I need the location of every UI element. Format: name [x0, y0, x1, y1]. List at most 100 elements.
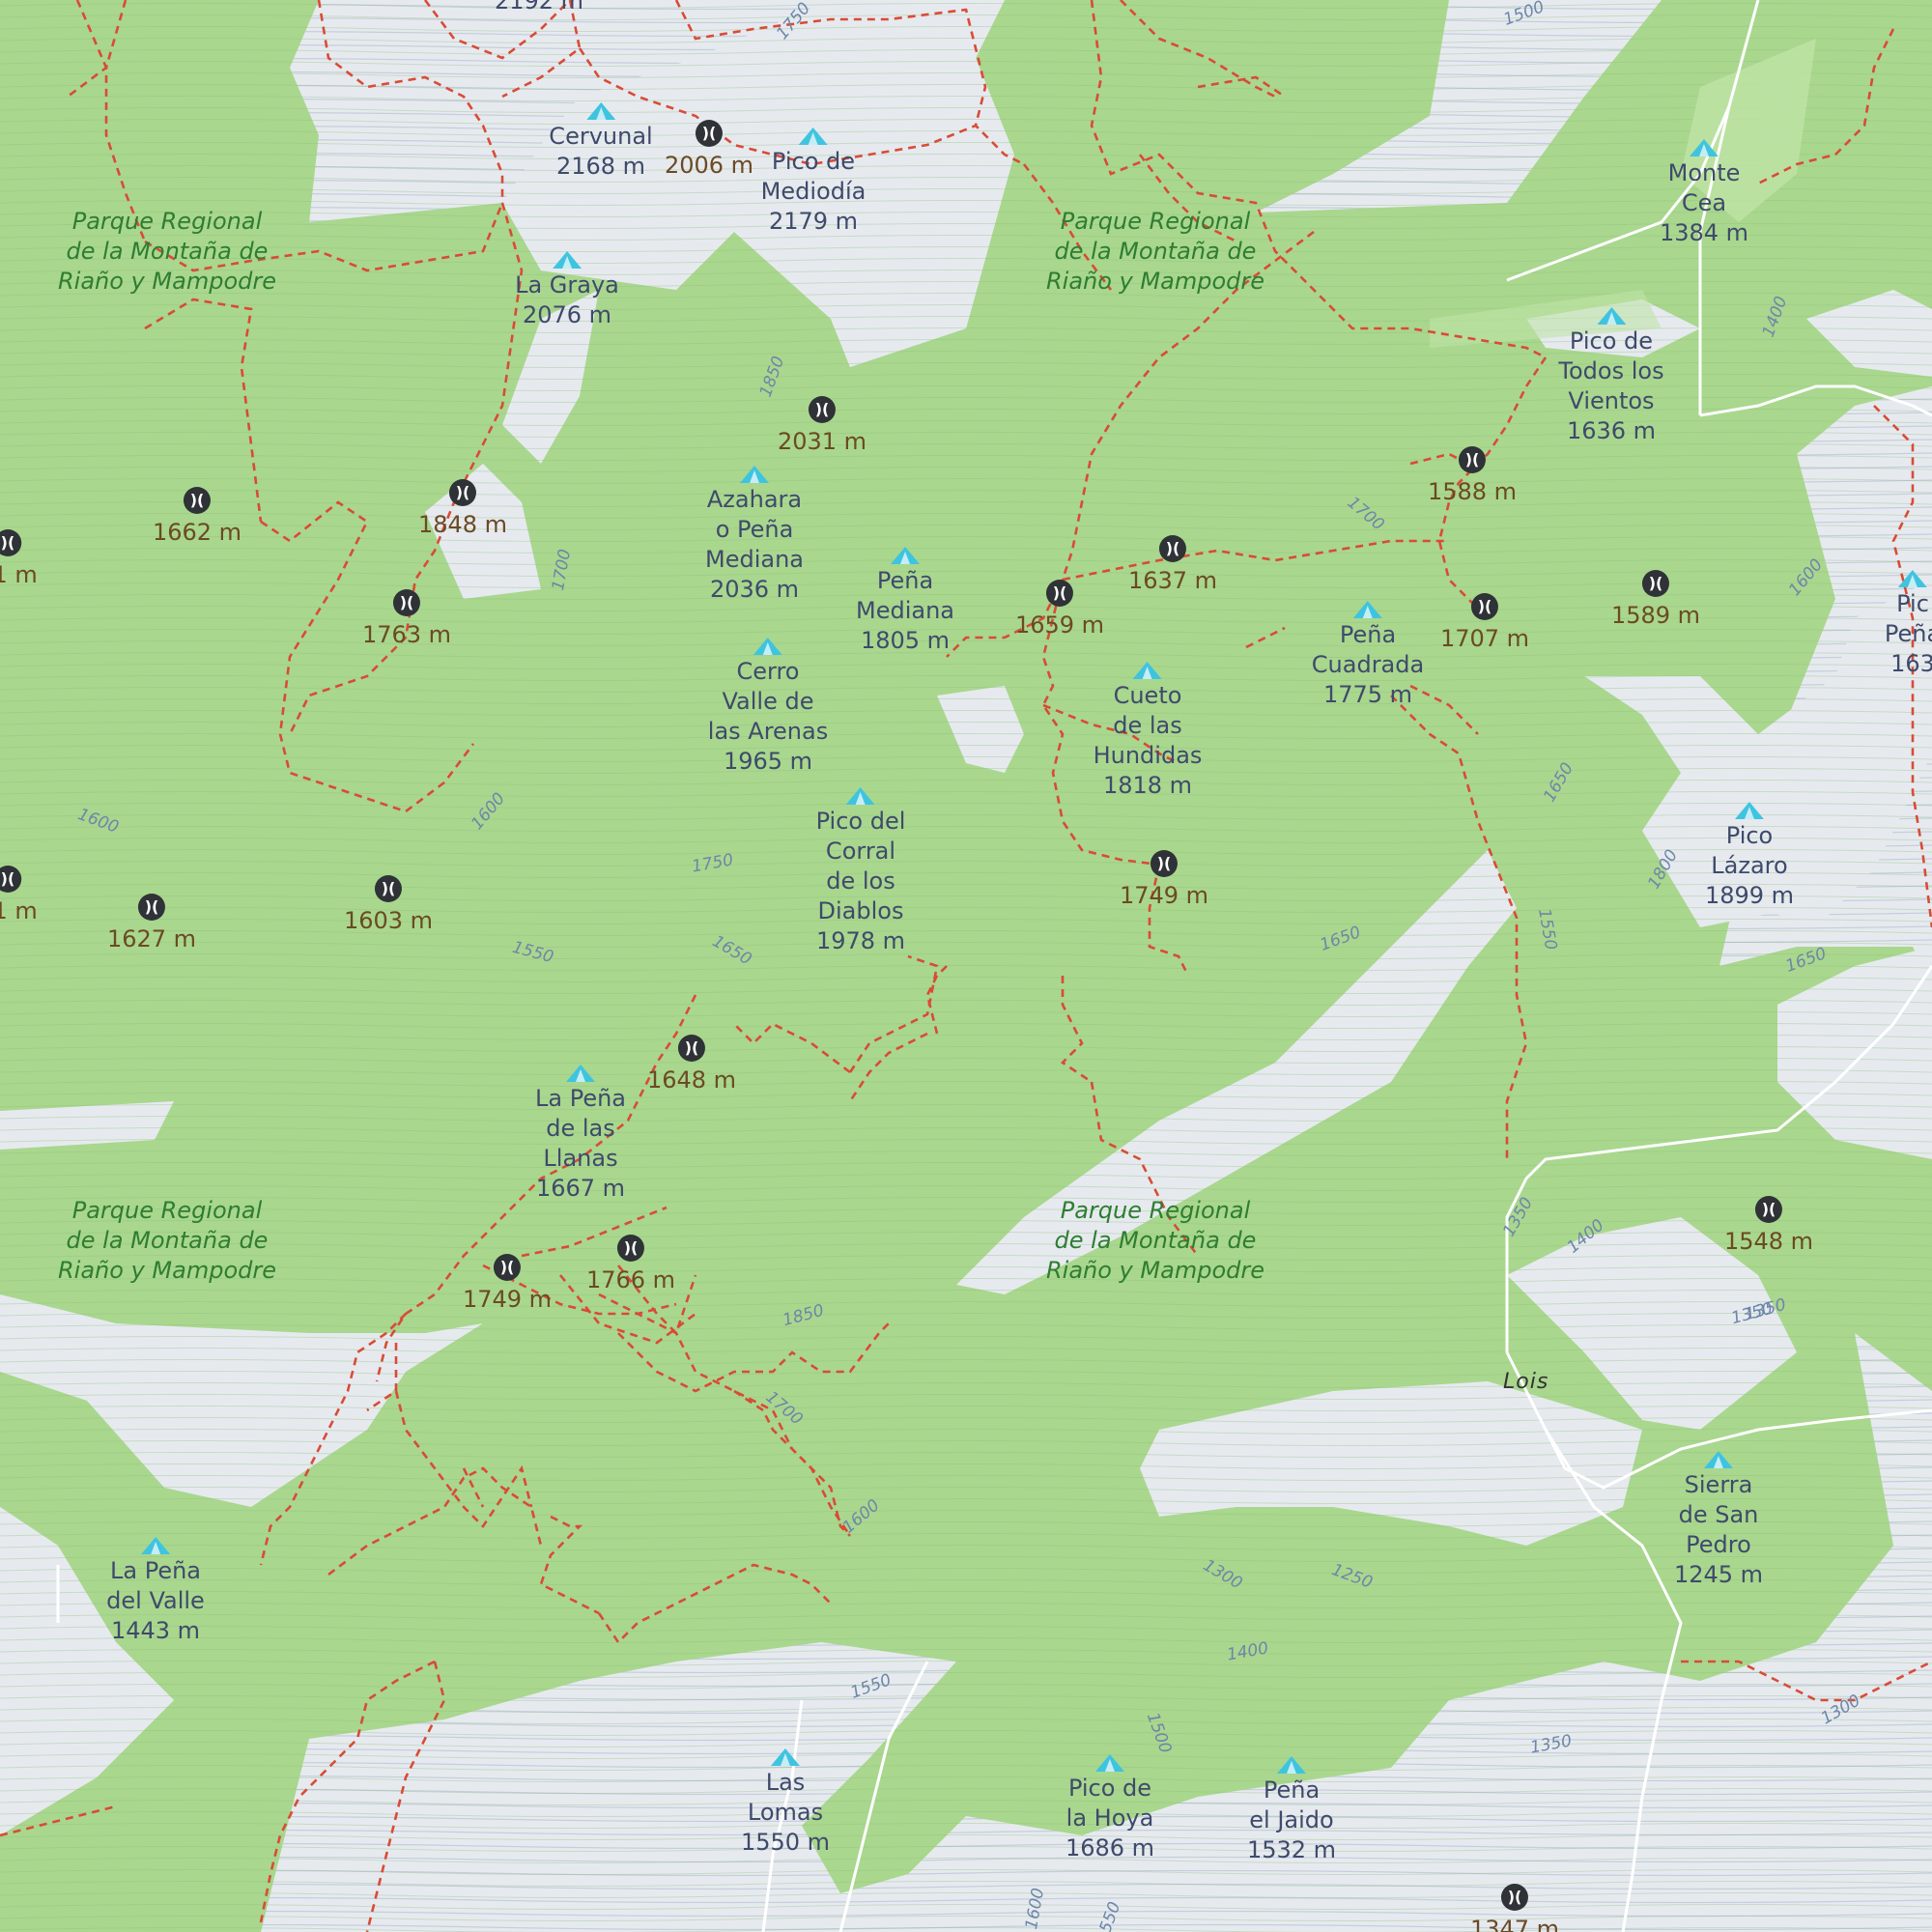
saddle-elevation: 1589 m [1610, 602, 1701, 629]
peak-name: Pic Peña [1884, 590, 1932, 647]
peak-marker[interactable]: Sierra de San Pedro 1245 m [1674, 1451, 1763, 1590]
saddle-marker[interactable]: )(31 m [0, 866, 38, 925]
saddle-elevation: 1763 m [361, 621, 452, 648]
peak-name: Peña Cuadrada [1311, 621, 1425, 678]
peak-name: Pico de Mediodía [760, 148, 867, 205]
peak-name: Azahara o Peña Mediana [705, 486, 804, 573]
peak-marker[interactable]: La Peña del Valle 1443 m [106, 1537, 205, 1646]
peak-name: La Graya [515, 271, 619, 298]
mountain-peak-icon [740, 466, 769, 483]
saddle-marker[interactable]: )(1763 m [362, 589, 451, 649]
peak-marker[interactable]: Pico Lázaro 1899 m [1705, 802, 1794, 911]
mountain-pass-icon: )( [375, 875, 402, 902]
saddle-marker[interactable]: )(1603 m [344, 875, 433, 935]
peak-elevation: 1805 m [860, 627, 951, 654]
peak-marker[interactable]: Pic Peña 163 [1885, 570, 1932, 679]
saddle-marker[interactable]: )(1347 m [1470, 1884, 1559, 1932]
mountain-pass-icon: )( [1501, 1884, 1528, 1911]
peak-marker[interactable]: La Peña de las Llanas 1667 m [535, 1065, 626, 1204]
mountain-peak-icon [771, 1748, 800, 1766]
peak-elevation: 2192 m [494, 0, 584, 14]
saddle-marker[interactable]: )(1749 m [1120, 850, 1208, 910]
peak-name: Peña el Jaido [1249, 1776, 1334, 1833]
peak-elevation: 1775 m [1322, 681, 1413, 708]
peak-elevation: 1384 m [1659, 219, 1749, 246]
mountain-peak-icon [845, 787, 875, 805]
saddle-marker[interactable]: )(1588 m [1428, 446, 1517, 506]
peak-marker[interactable]: Azahara o Peña Mediana 2036 m [705, 466, 804, 605]
saddle-marker[interactable]: )(1848 m [418, 479, 507, 539]
peak-name: Pico Lázaro [1711, 822, 1788, 879]
peak-name: Pico de la Hoya [1065, 1775, 1154, 1832]
park-label: Parque Regional de la Montaña de Riaño y… [1046, 208, 1264, 295]
peak-marker[interactable]: Peña Mediana 1805 m [856, 547, 954, 656]
peak-marker[interactable]: Cervunal 2168 m [549, 102, 653, 182]
peak-marker[interactable]: Peña Cuadrada 1775 m [1312, 601, 1424, 710]
saddle-marker[interactable]: )(2006 m [665, 120, 753, 180]
peak-elevation: 2076 m [522, 301, 612, 328]
peak-elevation: 1899 m [1704, 882, 1795, 909]
mountain-pass-icon: )( [1755, 1196, 1782, 1223]
saddle-marker[interactable]: )(1548 m [1724, 1196, 1813, 1256]
mountain-peak-icon [1735, 802, 1764, 819]
peak-marker[interactable]: Cueto de las Hundidas 1818 m [1093, 662, 1203, 801]
peak-elevation: 1965 m [723, 748, 813, 775]
peak-marker[interactable]: Pico de la Hoya 1686 m [1065, 1754, 1154, 1863]
saddle-marker[interactable]: )(1662 m [153, 487, 242, 547]
peak-marker[interactable]: Cerro Valle de las Arenas 1965 m [708, 638, 828, 777]
peak-marker[interactable]: Pico de Mediodía 2179 m [760, 128, 867, 237]
peak-elevation: 163 [1890, 650, 1932, 677]
saddle-elevation: 1648 m [646, 1066, 737, 1094]
mountain-pass-icon: )( [809, 396, 836, 423]
peak-marker[interactable]: La Graya 2076 m [515, 251, 619, 330]
peak-elevation: 1667 m [535, 1175, 626, 1202]
saddle-marker[interactable]: )( 1659 m [1015, 580, 1104, 639]
park-label: Parque Regional de la Montaña de Riaño y… [58, 208, 276, 295]
peak-name: Cueto de las Hundidas [1093, 682, 1203, 769]
peak-elevation: 1636 m [1566, 417, 1657, 444]
saddle-elevation: 1766 m [585, 1266, 676, 1293]
peak-marker[interactable]: Las Lomas 1550 m [741, 1748, 830, 1858]
saddle-elevation: 1749 m [462, 1286, 553, 1313]
saddle-marker[interactable]: )(1707 m [1440, 593, 1529, 653]
saddle-marker[interactable]: )( 2031 m [778, 396, 867, 456]
mountain-pass-icon: )( [1159, 535, 1186, 562]
saddle-marker[interactable]: )(1589 m [1611, 570, 1700, 630]
mountain-pass-icon: )( [138, 894, 165, 921]
park-label: Parque Regional de la Montaña de Riaño y… [58, 1197, 276, 1284]
mountain-pass-icon: )( [617, 1235, 644, 1262]
saddle-elevation: 1659 m [1014, 611, 1105, 639]
peak-elevation: 1245 m [1673, 1561, 1764, 1588]
peak-marker[interactable]: Pico de Todos los Vientos 1636 m [1558, 307, 1664, 446]
saddle-marker[interactable]: )(1648 m [647, 1035, 736, 1094]
saddle-marker[interactable]: )(1637 m [1128, 535, 1217, 595]
mountain-peak-icon [1277, 1756, 1306, 1774]
peak-name: Las Lomas [747, 1769, 824, 1826]
saddle-elevation: 2031 m [777, 428, 867, 455]
peak-name: Peña Mediana [856, 567, 954, 624]
peak-marker[interactable]: Monte Cea 1384 m [1660, 139, 1748, 248]
mountain-peak-icon [798, 128, 828, 145]
mountain-peak-icon [140, 1537, 170, 1554]
peak-marker[interactable]: Pico del Corral de los Diablos 1978 m [815, 787, 906, 956]
saddle-marker[interactable]: )(41 m [0, 529, 38, 589]
peak-marker[interactable]: 2192 m [495, 0, 583, 16]
mountain-pass-icon: )( [1459, 446, 1486, 473]
peak-elevation: 1978 m [815, 927, 906, 954]
mountain-pass-icon: )( [1046, 580, 1073, 607]
saddle-elevation: 1627 m [106, 925, 197, 952]
peak-marker[interactable]: Peña el Jaido 1532 m [1247, 1756, 1336, 1865]
saddle-marker[interactable]: )(1749 m [463, 1254, 552, 1314]
peak-elevation: 1550 m [740, 1829, 831, 1856]
mountain-peak-icon [565, 1065, 595, 1082]
map-canvas[interactable]: 2192 m Cervunal 2168 m Pico de Mediodía 2179… [0, 0, 1932, 1932]
town-label[interactable]: Lois [1503, 1370, 1548, 1394]
saddle-elevation: 31 m [0, 897, 38, 924]
mountain-peak-icon [891, 547, 920, 564]
saddle-marker[interactable]: )( 1627 m [107, 894, 196, 953]
mountain-peak-icon [585, 102, 615, 120]
mountain-pass-icon: )( [1151, 850, 1178, 877]
mountain-pass-icon: )( [184, 487, 211, 514]
peak-elevation: 2179 m [768, 208, 859, 235]
saddle-marker[interactable]: )( 1766 m [586, 1235, 675, 1294]
